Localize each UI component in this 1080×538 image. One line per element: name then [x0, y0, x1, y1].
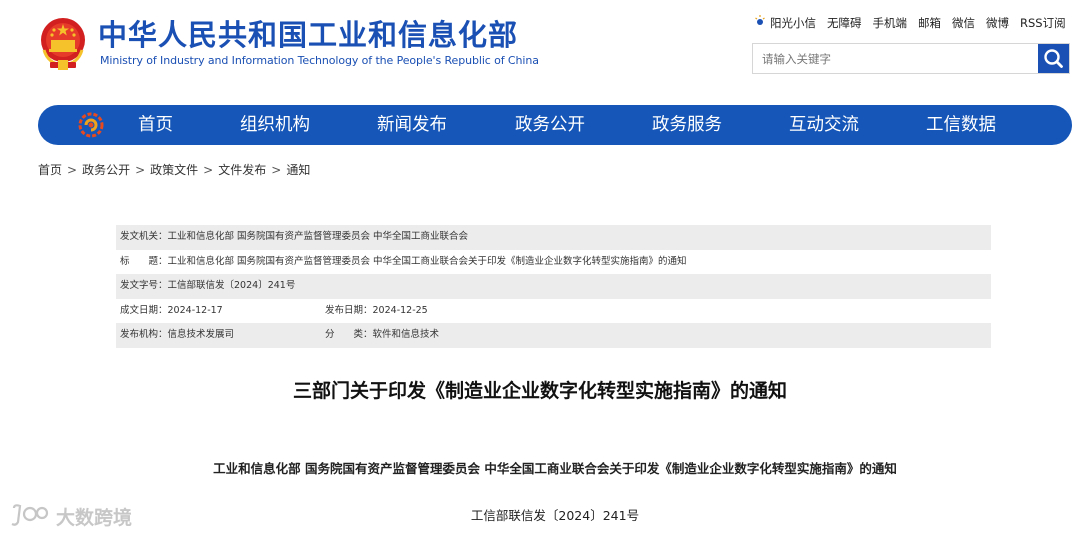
chevron-right-icon: >	[67, 163, 78, 177]
info-row-issuer: 发文机关：工业和信息化部 国务院国有资产监督管理委员会 中华全国工商业联合会	[116, 225, 991, 250]
nav-item-organization[interactable]: 组织机构	[240, 105, 310, 145]
info-value: 软件和信息技术	[372, 329, 440, 340]
nav-item-data[interactable]: 工信数据	[926, 105, 996, 145]
site-title[interactable]: 中华人民共和国工业和信息化部	[98, 17, 518, 53]
search-button[interactable]	[1038, 44, 1069, 73]
info-label: 发布机构：	[120, 329, 168, 340]
chat-bubble-logo-icon	[11, 504, 49, 526]
watermark: 大数跨境	[10, 503, 132, 529]
info-label: 发文字号：	[120, 280, 168, 291]
breadcrumb-item[interactable]: 政策文件	[150, 163, 198, 177]
top-link-label: 阳光小信	[770, 16, 816, 30]
nav-item-gov-services[interactable]: 政务服务	[652, 105, 722, 145]
nav-item-home[interactable]: 首页	[138, 105, 173, 145]
breadcrumb-item[interactable]: 政务公开	[82, 163, 130, 177]
search-input[interactable]	[753, 44, 1039, 73]
info-value: 2024-12-25	[372, 304, 428, 316]
info-row-dates: 成文日期：2024-12-17 发布日期：2024-12-25	[116, 299, 991, 324]
info-value: 工业和信息化部 国务院国有资产监督管理委员会 中华全国工商业联合会	[167, 231, 469, 242]
search-box	[752, 43, 1070, 74]
national-emblem-icon	[41, 18, 85, 70]
top-link-rss[interactable]: RSS订阅	[1020, 15, 1066, 31]
info-row-docno: 发文字号：工信部联信发〔2024〕241号	[116, 274, 991, 299]
watermark-text: 大数跨境	[56, 506, 133, 529]
top-link-weibo[interactable]: 微博	[986, 15, 1009, 31]
document-info-table: 发文机关：工业和信息化部 国务院国有资产监督管理委员会 中华全国工商业联合会 标…	[116, 225, 991, 348]
info-value: 工信部联信发〔2024〕241号	[167, 280, 296, 291]
top-link-accessibility[interactable]: 无障碍	[827, 15, 862, 31]
site-subtitle: Ministry of Industry and Information Tec…	[100, 54, 539, 67]
top-links: 阳光小信 无障碍 手机端 邮箱 微信 微博 RSS订阅	[754, 14, 1066, 32]
nav-item-news[interactable]: 新闻发布	[377, 105, 447, 145]
top-link-mail[interactable]: 邮箱	[918, 15, 941, 31]
main-nav: 首页 组织机构 新闻发布 政务公开 政务服务 互动交流 工信数据	[38, 105, 1072, 145]
info-row-title: 标 题：工业和信息化部 国务院国有资产监督管理委员会 中华全国工商业联合会关于印…	[116, 250, 991, 275]
top-link-sunshine[interactable]: 阳光小信	[754, 15, 816, 31]
breadcrumb: 首页 > 政务公开 > 政策文件 > 文件发布 > 通知	[38, 161, 310, 178]
info-row-org: 发布机构：信息技术发展司 分 类：软件和信息技术	[116, 323, 991, 348]
info-label: 发布日期：	[325, 304, 373, 316]
info-label: 分 类：	[325, 329, 373, 340]
search-icon	[1044, 49, 1063, 68]
info-value: 2024-12-17	[167, 304, 223, 316]
nav-item-gov-affairs[interactable]: 政务公开	[515, 105, 585, 145]
info-label: 发文机关：	[120, 231, 168, 242]
nav-item-interaction[interactable]: 互动交流	[789, 105, 859, 145]
info-value: 信息技术发展司	[167, 329, 235, 340]
info-label: 标 题：	[120, 255, 168, 267]
chevron-right-icon: >	[203, 163, 214, 177]
article-doc-number: 工信部联信发〔2024〕241号	[470, 508, 640, 523]
article-subheading: 工业和信息化部 国务院国有资产监督管理委员会 中华全国工商业联合会关于印发《制造…	[213, 461, 897, 476]
top-link-mobile[interactable]: 手机端	[873, 15, 908, 31]
top-link-wechat[interactable]: 微信	[952, 15, 975, 31]
nav-logo-icon[interactable]	[78, 112, 104, 138]
chevron-right-icon: >	[135, 163, 146, 177]
breadcrumb-item[interactable]: 文件发布	[218, 163, 266, 177]
info-value: 工业和信息化部 国务院国有资产监督管理委员会 中华全国工商业联合会关于印发《制造…	[167, 255, 687, 267]
chevron-right-icon: >	[271, 163, 282, 177]
breadcrumb-item[interactable]: 首页	[38, 163, 62, 177]
info-label: 成文日期：	[120, 304, 168, 316]
sun-icon	[755, 15, 765, 25]
breadcrumb-item[interactable]: 通知	[286, 163, 310, 177]
article-title: 三部门关于印发《制造业企业数字化转型实施指南》的通知	[292, 380, 787, 402]
